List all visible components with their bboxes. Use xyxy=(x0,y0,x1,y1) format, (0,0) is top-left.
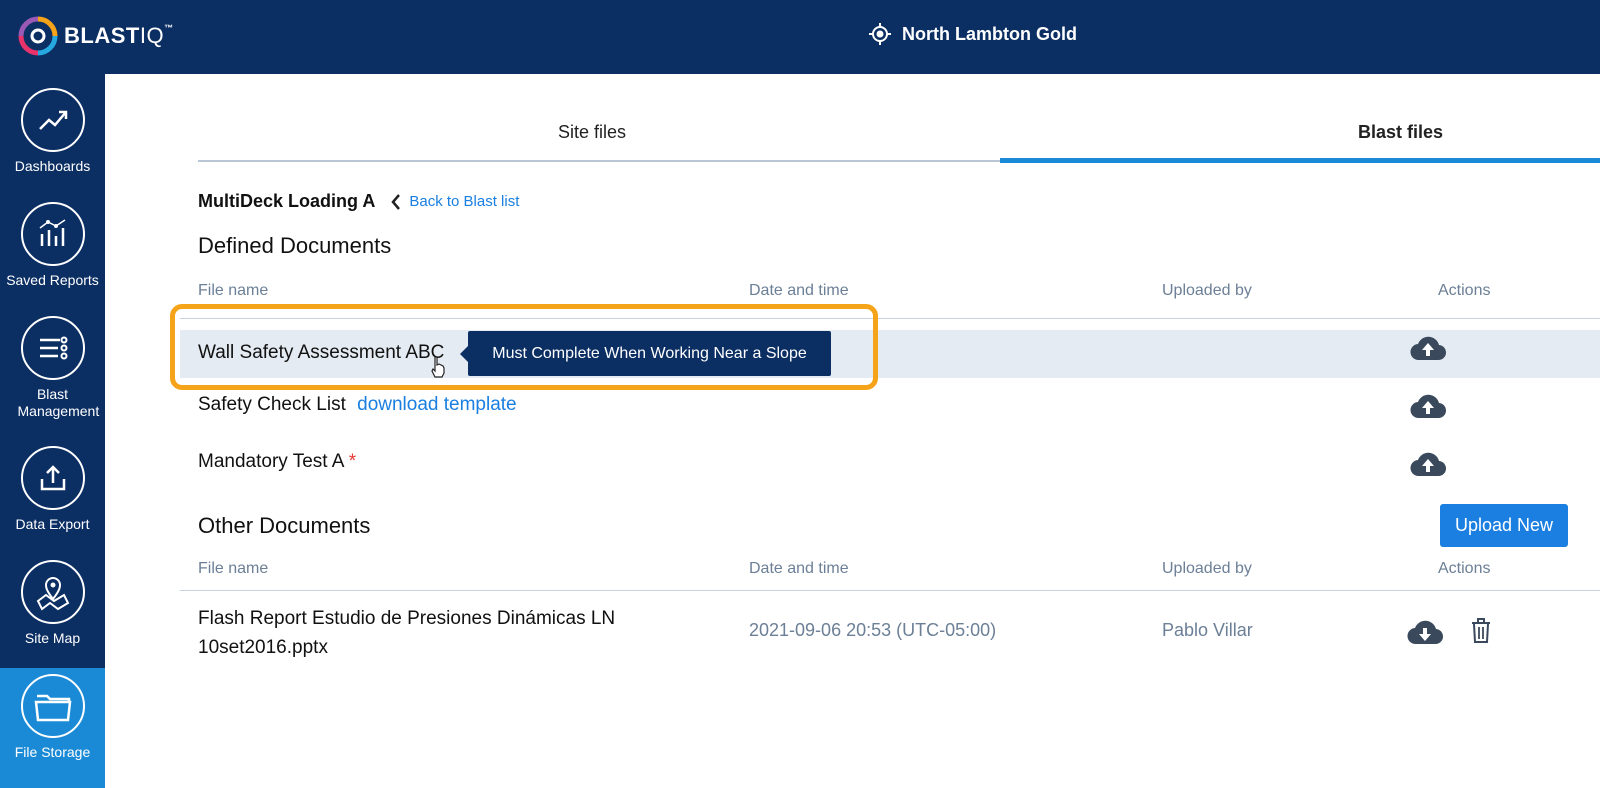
chevron-left-icon xyxy=(391,193,401,210)
main-content: Site files Blast files MultiDeck Loading… xyxy=(105,74,1600,788)
nav-icon-circle xyxy=(20,316,85,380)
sidebar-item-site-map[interactable]: Site Map xyxy=(0,560,105,647)
folder-icon xyxy=(34,694,71,722)
site-selector[interactable]: North Lambton Gold xyxy=(868,22,1077,46)
back-link-label: Back to Blast list xyxy=(409,193,520,210)
column-header-actions: Actions xyxy=(1438,282,1491,299)
other-doc-date: 2021-09-06 20:53 (UTC-05:00) xyxy=(749,620,997,640)
nav-icon-circle xyxy=(20,202,85,266)
nav-icon-circle xyxy=(20,674,85,738)
active-tab-indicator xyxy=(1000,158,1600,163)
column-header-uploaded-by: Uploaded by xyxy=(1162,560,1252,577)
back-to-blast-list-link[interactable]: Back to Blast list xyxy=(391,193,519,211)
sidebar-item-saved-reports[interactable]: Saved Reports xyxy=(0,202,105,289)
other-documents-title: Other Documents xyxy=(198,513,371,538)
defined-documents-title: Defined Documents xyxy=(198,233,392,258)
sidebar-item-blast-management[interactable]: Blast Management xyxy=(0,316,105,420)
sidebar-item-label: Dashboards xyxy=(14,158,91,174)
nav-icon-circle xyxy=(20,88,85,152)
trash-icon[interactable] xyxy=(1470,618,1492,644)
other-doc-name[interactable]: Flash Report Estudio de Presiones Dinámi… xyxy=(198,604,658,662)
sidebar-item-label: File Storage xyxy=(14,744,91,760)
tab-blast-files[interactable]: Blast files xyxy=(1358,122,1443,143)
export-icon xyxy=(40,465,65,491)
doc-name-safety-check[interactable]: Safety Check List download template xyxy=(198,394,517,416)
top-bar: BLASTIQ™ North Lambton Gold xyxy=(0,0,1600,74)
nav-icon-circle xyxy=(20,446,85,510)
upload-new-button[interactable]: Upload New xyxy=(1440,504,1568,547)
column-header-uploaded-by: Uploaded by xyxy=(1162,282,1252,299)
sidebar-item-file-storage[interactable]: File Storage xyxy=(0,668,105,788)
sidebar-item-label: Blast Management xyxy=(17,386,100,419)
sidebar: Dashboards Saved Reports Blast Managemen… xyxy=(0,74,105,788)
logo-ring-icon xyxy=(18,16,58,56)
required-marker: * xyxy=(348,451,357,472)
other-doc-uploader: Pablo Villar xyxy=(1162,620,1253,640)
breadcrumb: MultiDeck Loading A Back to Blast list xyxy=(198,191,519,212)
download-cloud-icon[interactable] xyxy=(1407,618,1443,646)
tab-site-files[interactable]: Site files xyxy=(558,122,626,143)
tab-bar: Site files Blast files xyxy=(198,110,1600,163)
sidebar-item-label: Site Map xyxy=(24,630,81,646)
bar-chart-icon xyxy=(39,219,65,246)
upload-cloud-icon[interactable] xyxy=(1410,392,1446,420)
blast-title: MultiDeck Loading A xyxy=(198,191,376,211)
download-template-link[interactable]: download template xyxy=(357,394,517,415)
column-header-file-name: File name xyxy=(198,282,269,299)
column-header-file-name: File name xyxy=(198,560,269,577)
doc-name-mandatory-test[interactable]: Mandatory Test A * xyxy=(198,451,356,473)
sidebar-item-data-export[interactable]: Data Export xyxy=(0,446,105,533)
hand-cursor-icon xyxy=(431,356,445,378)
upload-cloud-icon[interactable] xyxy=(1410,334,1446,362)
trend-up-icon xyxy=(38,110,67,130)
column-header-date: Date and time xyxy=(749,282,849,299)
site-name: North Lambton Gold xyxy=(902,23,1077,44)
upload-cloud-icon[interactable] xyxy=(1410,450,1446,478)
column-header-actions: Actions xyxy=(1438,560,1491,577)
sidebar-item-label: Saved Reports xyxy=(6,272,99,288)
logo-text: BLASTIQ™ xyxy=(64,23,174,48)
map-pin-icon xyxy=(36,577,69,611)
column-header-date: Date and time xyxy=(749,560,849,577)
divider xyxy=(180,590,1600,591)
highlight-annotation xyxy=(170,304,878,390)
sidebar-item-dashboards[interactable]: Dashboards xyxy=(0,88,105,175)
blastiq-logo[interactable]: BLASTIQ™ xyxy=(18,16,174,56)
location-target-icon xyxy=(869,23,891,45)
list-settings-icon xyxy=(39,336,67,360)
sidebar-item-label: Data Export xyxy=(15,516,90,532)
nav-icon-circle xyxy=(20,560,85,624)
